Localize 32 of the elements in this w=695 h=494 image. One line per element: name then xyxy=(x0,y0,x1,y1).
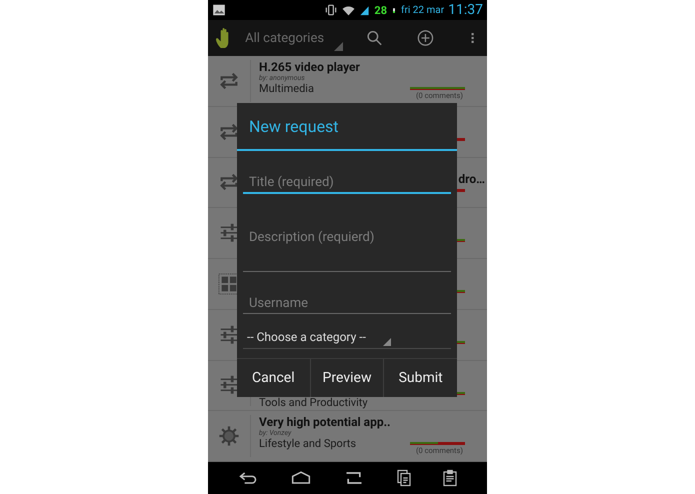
status-date: fri 22 mar xyxy=(401,4,444,16)
row-category: Tools and Productivity xyxy=(259,396,369,410)
input-field[interactable]: Title (required) xyxy=(243,165,451,194)
clipboard-icon[interactable] xyxy=(440,467,459,489)
input-field[interactable]: Description (requierd) xyxy=(243,202,451,272)
battery-percent: 28 xyxy=(374,4,388,16)
grid-icon xyxy=(218,272,240,295)
search-icon[interactable] xyxy=(365,28,384,48)
dialog-button[interactable]: Preview xyxy=(310,359,384,397)
gear-icon xyxy=(218,425,240,448)
input-field[interactable]: Username xyxy=(243,286,451,314)
spinner-corner-icon xyxy=(383,338,391,346)
dialog-button[interactable]: Cancel xyxy=(237,359,310,397)
gallery-icon xyxy=(212,3,226,17)
status-time: 11:37 xyxy=(448,2,483,18)
sliders-icon xyxy=(218,222,240,244)
dialog-title: New request xyxy=(237,103,457,151)
category-dropdown[interactable]: -- Choose a category -- xyxy=(243,324,451,349)
sliders-icon xyxy=(218,374,240,396)
wifi-icon xyxy=(342,4,356,16)
row-title: H.265 video player xyxy=(259,60,361,74)
add-icon[interactable] xyxy=(416,28,434,48)
dialog-button[interactable]: Submit xyxy=(383,359,458,397)
spinner-corner-icon xyxy=(334,42,344,51)
sliders-icon xyxy=(218,324,240,346)
copy-icon[interactable] xyxy=(394,467,413,489)
row-category: Multimedia xyxy=(259,82,315,95)
vibrate-icon xyxy=(324,3,338,17)
row-title: Very high potential app.. xyxy=(259,415,392,430)
row-title: dro… xyxy=(458,172,485,186)
row-category: Lifestyle and Sports xyxy=(259,437,358,450)
hand-logo-icon xyxy=(216,27,232,49)
